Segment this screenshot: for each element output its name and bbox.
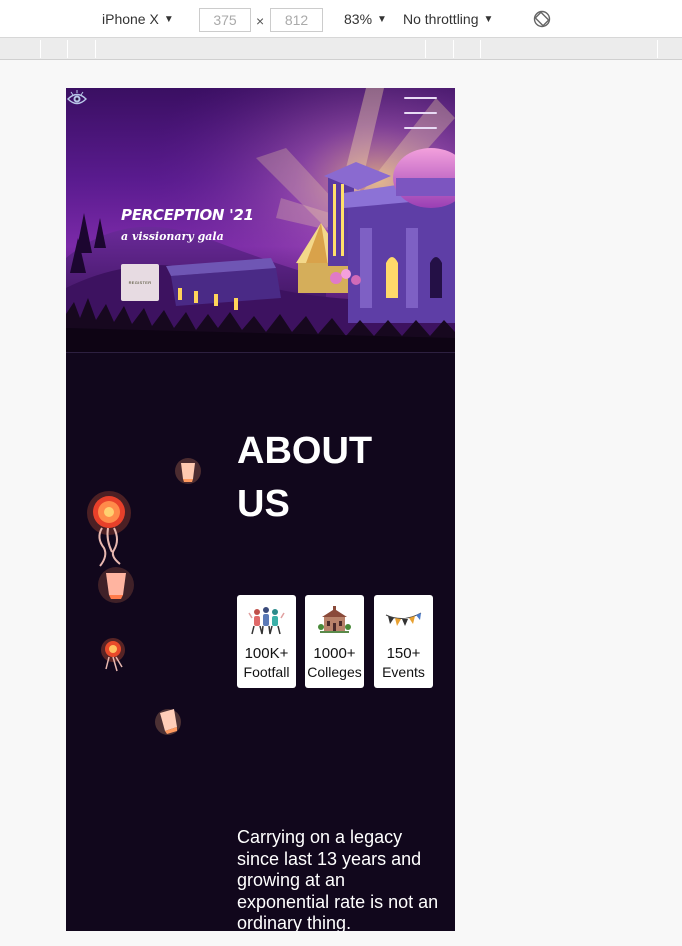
brand-title: PERCEPTION '21 xyxy=(121,206,254,224)
menu-line xyxy=(404,97,437,99)
device-select-label: iPhone X xyxy=(102,11,159,27)
logo-eye-icon[interactable] xyxy=(66,88,88,110)
dimension-separator: × xyxy=(256,13,265,29)
about-heading: ABOUT US xyxy=(237,425,407,531)
stat-label: Footfall xyxy=(243,664,290,680)
chevron-down-icon: ▼ xyxy=(483,13,494,25)
height-input[interactable]: 812 xyxy=(270,8,323,32)
width-input[interactable]: 375 xyxy=(199,8,251,32)
media-query-ruler[interactable] xyxy=(0,38,682,60)
sky-lantern-icon xyxy=(155,709,181,735)
zoom-select-label: 83% xyxy=(344,11,373,27)
about-description: Carrying on a legacy since last 13 years… xyxy=(237,827,439,931)
register-button[interactable]: REGISTER xyxy=(121,264,159,301)
stat-label: Events xyxy=(382,664,425,680)
brand-subtitle: a vissionary gala xyxy=(121,230,224,243)
sky-lantern-icon xyxy=(87,491,131,567)
stat-card-colleges: 1000+ Colleges xyxy=(305,595,364,688)
stat-card-footfall: 100K+ Footfall xyxy=(237,595,296,688)
about-heading-line1: ABOUT xyxy=(237,430,373,472)
sky-lantern-icon xyxy=(175,458,201,484)
stat-label: Colleges xyxy=(307,664,362,680)
about-section: ABOUT US 100K+ Footfall 1000+ Colleges 1… xyxy=(66,352,455,931)
rotate-icon[interactable] xyxy=(533,10,551,28)
stat-number: 150+ xyxy=(386,645,421,662)
throttling-select[interactable]: No throttling ▼ xyxy=(403,11,493,27)
stat-card-events: 150+ Events xyxy=(374,595,433,688)
device-select[interactable]: iPhone X ▼ xyxy=(102,11,174,27)
menu-line xyxy=(404,112,437,114)
throttling-select-label: No throttling xyxy=(403,11,479,27)
people-icon xyxy=(248,607,285,635)
college-icon xyxy=(318,606,351,633)
stat-number: 100K+ xyxy=(244,645,289,662)
devtools-toolbar: iPhone X ▼ 375 × 812 83% ▼ No throttling… xyxy=(0,0,682,38)
menu-line xyxy=(404,127,437,129)
chevron-down-icon: ▼ xyxy=(163,13,174,25)
menu-hamburger-button[interactable] xyxy=(404,97,437,131)
stat-number: 1000+ xyxy=(313,645,356,662)
device-viewport: PERCEPTION '21 a vissionary gala REGISTE… xyxy=(66,88,455,931)
about-heading-line2: US xyxy=(237,483,290,525)
sky-lantern-icon xyxy=(101,638,125,672)
bunting-icon xyxy=(385,612,422,626)
hero-banner: PERCEPTION '21 a vissionary gala REGISTE… xyxy=(66,88,455,352)
sky-lantern-icon xyxy=(98,567,134,603)
chevron-down-icon: ▼ xyxy=(377,13,387,25)
zoom-select[interactable]: 83% ▼ xyxy=(344,11,387,27)
